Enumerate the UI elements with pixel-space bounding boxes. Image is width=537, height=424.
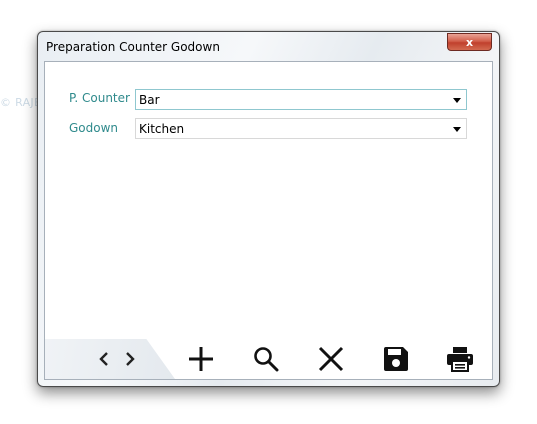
p-counter-value: Bar [139, 93, 160, 107]
chevron-left-icon [99, 352, 108, 366]
close-button[interactable]: x [447, 33, 492, 51]
print-button[interactable] [443, 342, 477, 376]
delete-button[interactable] [314, 342, 348, 376]
p-counter-label: P. Counter [69, 91, 130, 105]
godown-label: Godown [69, 121, 119, 135]
search-icon [254, 347, 279, 372]
form-panel: P. Counter Bar Godown Kitchen [44, 61, 493, 380]
window-title: Preparation Counter Godown [46, 40, 220, 54]
add-button[interactable] [184, 342, 218, 376]
dialog-window: Preparation Counter Godown x P. Counter … [37, 31, 500, 387]
save-icon [384, 347, 408, 371]
godown-value: Kitchen [139, 122, 185, 136]
godown-select[interactable]: Kitchen [135, 118, 467, 139]
prev-button[interactable] [93, 342, 115, 376]
chevron-down-icon[interactable] [453, 98, 461, 103]
chevron-down-icon[interactable] [453, 127, 461, 132]
add-icon [189, 347, 213, 371]
next-button[interactable] [119, 342, 141, 376]
search-button[interactable] [249, 342, 283, 376]
print-icon [447, 347, 473, 372]
close-icon: x [465, 35, 474, 49]
delete-icon [318, 346, 344, 372]
chevron-right-icon [126, 352, 135, 366]
p-counter-select[interactable]: Bar [135, 89, 467, 110]
save-button[interactable] [379, 342, 413, 376]
